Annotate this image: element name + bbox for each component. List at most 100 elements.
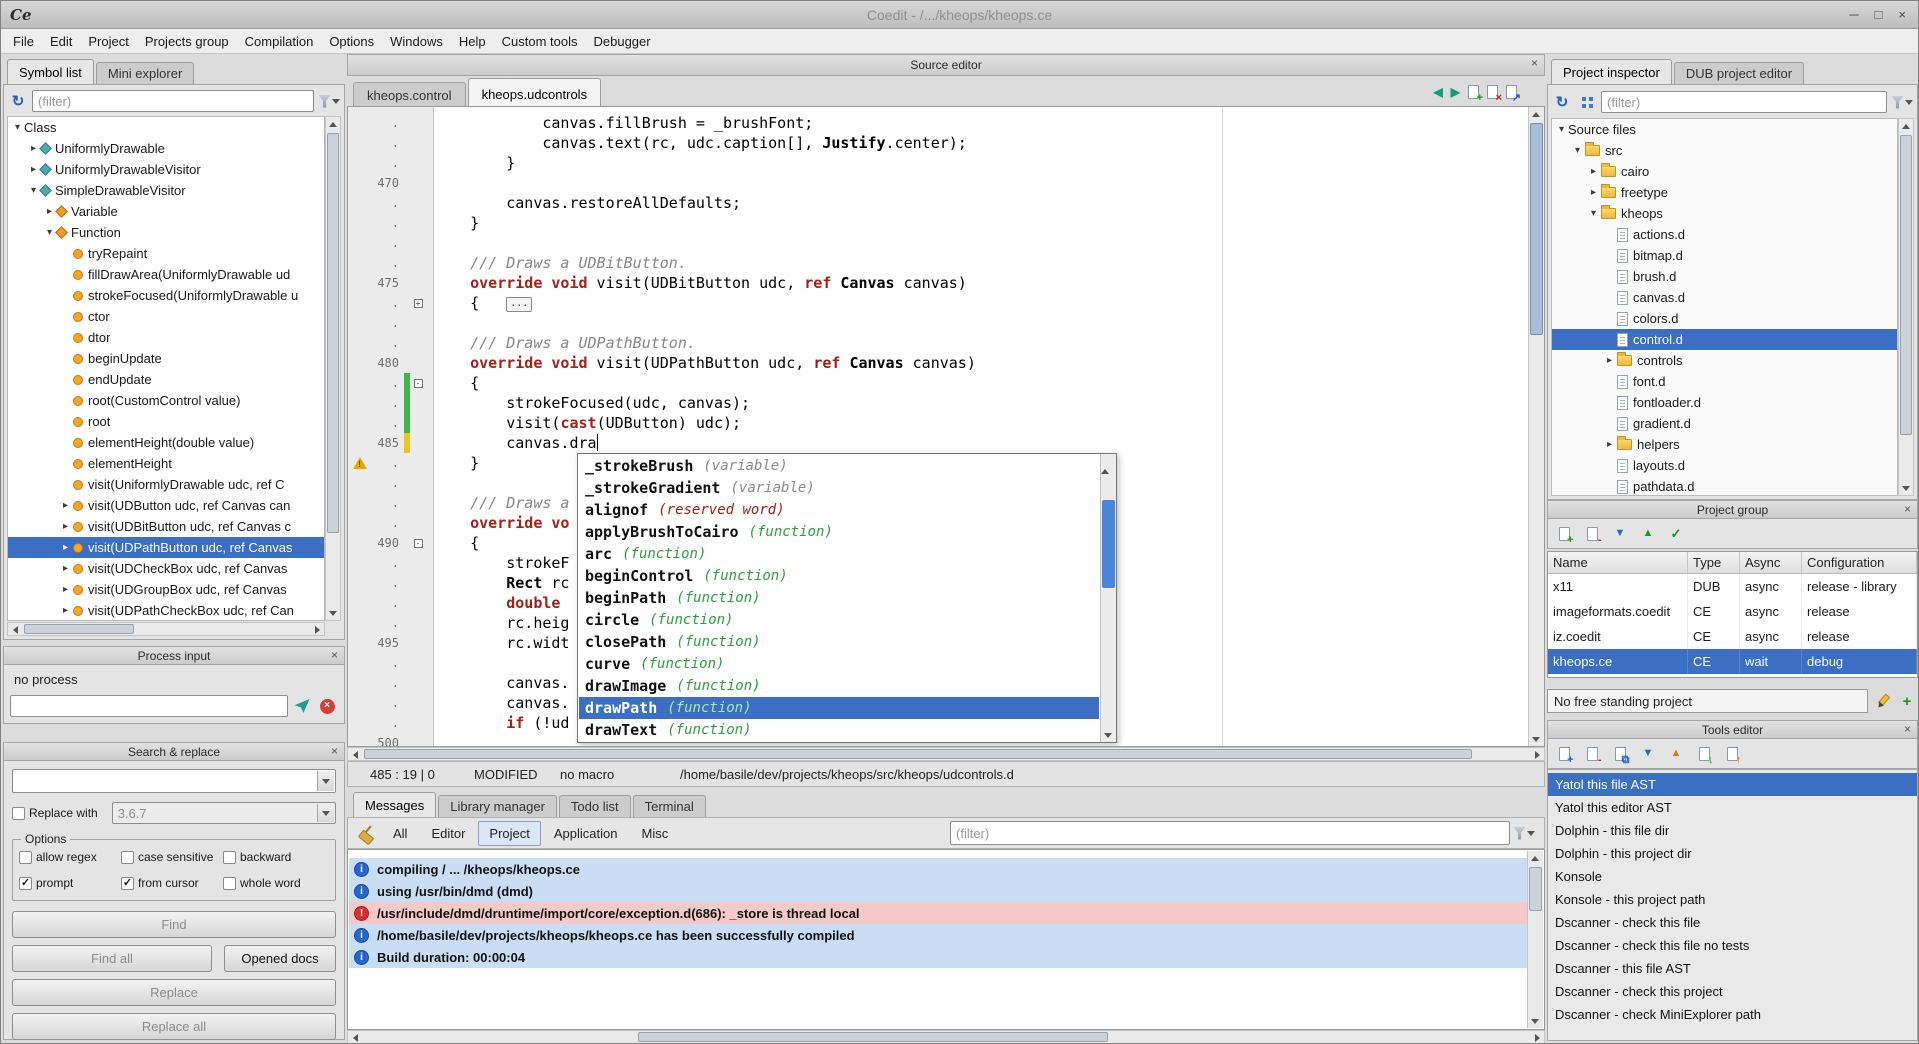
checkbox-backward[interactable]: backward xyxy=(223,850,325,864)
source-item-source-files[interactable]: ▾Source files xyxy=(1552,119,1897,140)
inspector-vscrollbar[interactable] xyxy=(1898,118,1914,496)
completion-scrollbar[interactable] xyxy=(1100,454,1116,742)
symbol-item-ctor[interactable]: ctor xyxy=(8,306,324,327)
completion-item-curve[interactable]: curve(function) xyxy=(579,653,1099,675)
column-header-async[interactable]: Async xyxy=(1740,552,1802,573)
symbol-item-dtor[interactable]: dtor xyxy=(8,327,324,348)
code-line[interactable]: . /// Draws a UDPathButton. xyxy=(348,333,1528,353)
source-item-gradient-d[interactable]: gradient.d xyxy=(1552,413,1897,434)
filter-button-editor[interactable]: Editor xyxy=(420,821,476,846)
tool-item-dscanner-check-miniexplorer-path[interactable]: Dscanner - check MiniExplorer path xyxy=(1548,1003,1917,1026)
source-item-colors-d[interactable]: colors.d xyxy=(1552,308,1897,329)
messages-filter-menu-button[interactable] xyxy=(1512,822,1536,844)
tab-terminal[interactable]: Terminal xyxy=(633,795,706,817)
code-line[interactable]: . xyxy=(348,313,1528,333)
checkbox-whole-word[interactable]: whole word xyxy=(223,876,325,890)
titlebar[interactable]: Ce Coedit - /.../kheops/kheops.ce ─ □ × xyxy=(1,1,1918,29)
scroll-down-icon[interactable] xyxy=(1899,481,1913,495)
code-line[interactable]: . visit(cast(UDButton) udc); xyxy=(348,413,1528,433)
replace-history-dropdown-button[interactable] xyxy=(317,804,334,822)
move-project-down-button[interactable]: ▼ xyxy=(1609,523,1631,545)
search-term-combo[interactable] xyxy=(12,769,336,793)
code-line[interactable]: . canvas.fillBrush = _brushFont; xyxy=(348,113,1528,133)
symbol-item-endupdate[interactable]: endUpdate xyxy=(8,369,324,390)
symbol-item-elementheight-double-value[interactable]: elementHeight(double value) xyxy=(8,432,324,453)
filter-button-application[interactable]: Application xyxy=(543,821,629,846)
message-row[interactable]: i/home/basile/dev/projects/kheops/kheops… xyxy=(349,924,1527,946)
import-tools-button[interactable]: ↓ xyxy=(1693,743,1715,765)
tab-dub-project-editor[interactable]: DUB project editor xyxy=(1674,62,1804,84)
tool-item-dscanner-check-this-file-no-tests[interactable]: Dscanner - check this file no tests xyxy=(1548,934,1917,957)
tool-item-dolphin-this-file-dir[interactable]: Dolphin - this file dir xyxy=(1548,819,1917,842)
add-project-button[interactable]: + xyxy=(1553,523,1575,545)
scroll-up-icon[interactable] xyxy=(1528,851,1542,865)
scroll-up-icon[interactable] xyxy=(1529,107,1543,121)
kill-process-button[interactable]: × xyxy=(316,695,338,717)
code-line[interactable]: . } xyxy=(348,153,1528,173)
code-line[interactable]: 470 xyxy=(348,173,1528,193)
close-button[interactable]: × xyxy=(1898,7,1906,22)
source-item-helpers[interactable]: ▸helpers xyxy=(1552,434,1897,455)
editor-hscrollbar[interactable] xyxy=(347,747,1545,761)
expander-icon[interactable]: ▸ xyxy=(59,521,72,532)
completion-item-alignof[interactable]: alignof(reserved word) xyxy=(579,499,1099,521)
completion-item-strokegradient[interactable]: _strokeGradient(variable) xyxy=(579,477,1099,499)
scrollbar-thumb[interactable] xyxy=(1900,135,1912,435)
expander-icon[interactable]: ▸ xyxy=(1603,355,1616,366)
scroll-up-icon[interactable] xyxy=(326,117,340,131)
expander-icon[interactable]: ▾ xyxy=(11,122,24,133)
symbol-item-class[interactable]: ▾Class xyxy=(8,117,324,138)
clone-tool-button[interactable]: ⧉ xyxy=(1609,743,1631,765)
inspector-filter-menu-button[interactable] xyxy=(1890,91,1914,113)
scrollbar-thumb[interactable] xyxy=(1529,867,1542,911)
completion-item-strokebrush[interactable]: _strokeBrush(variable) xyxy=(579,455,1099,477)
tool-item-yatol-this-file-ast[interactable]: Yatol this file AST xyxy=(1548,773,1917,796)
expander-icon[interactable]: ▸ xyxy=(1603,439,1616,450)
symbol-item-visit-udgroupbox-udc-ref-canvas[interactable]: ▸visit(UDGroupBox udc, ref Canvas xyxy=(8,579,324,600)
menu-item-project[interactable]: Project xyxy=(80,30,136,53)
code-line[interactable]: . canvas.text(rc, udc.caption[], Justify… xyxy=(348,133,1528,153)
process-input-field[interactable] xyxy=(10,695,288,717)
symbol-filter-menu-button[interactable] xyxy=(317,90,341,112)
symbol-item-visit-udbutton-udc-ref-canvas-can[interactable]: ▸visit(UDButton udc, ref Canvas can xyxy=(8,495,324,516)
symbol-item-visit-udpathbutton-udc-ref-canvas[interactable]: ▸visit(UDPathButton udc, ref Canvas xyxy=(8,537,324,558)
close-document-button[interactable]: × xyxy=(1487,85,1498,99)
scrollbar-thumb[interactable] xyxy=(364,749,1472,759)
move-project-up-button[interactable]: ▲ xyxy=(1637,523,1659,545)
code-line[interactable]: 485 canvas.dra xyxy=(348,433,1528,453)
symbol-item-beginupdate[interactable]: beginUpdate xyxy=(8,348,324,369)
scroll-down-icon[interactable] xyxy=(1101,728,1115,742)
symbol-item-root-customcontrol-value[interactable]: root(CustomControl value) xyxy=(8,390,324,411)
new-document-button[interactable]: + xyxy=(1468,85,1479,99)
symbol-item-strokefocused-uniformlydrawable-u[interactable]: strokeFocused(UniformlyDrawable u xyxy=(8,285,324,306)
source-item-cairo[interactable]: ▸cairo xyxy=(1552,161,1897,182)
close-icon[interactable]: × xyxy=(1904,723,1911,735)
menu-item-windows[interactable]: Windows xyxy=(382,30,451,53)
symbol-item-visit-udcheckbox-udc-ref-canvas[interactable]: ▸visit(UDCheckBox udc, ref Canvas xyxy=(8,558,324,579)
checkbox-allow-regex[interactable]: allow regex xyxy=(19,850,121,864)
tool-item-dscanner-check-this-project[interactable]: Dscanner - check this project xyxy=(1548,980,1917,1003)
symbol-filter-input[interactable] xyxy=(32,90,314,112)
fold-toggle-icon[interactable]: - xyxy=(414,379,423,388)
source-item-controls[interactable]: ▸controls xyxy=(1552,350,1897,371)
scroll-down-icon[interactable] xyxy=(1529,732,1543,746)
code-line[interactable]: . canvas.restoreAllDefaults; xyxy=(348,193,1528,213)
tool-item-yatol-this-editor-ast[interactable]: Yatol this editor AST xyxy=(1548,796,1917,819)
expander-icon[interactable]: ▸ xyxy=(1587,187,1600,198)
close-icon[interactable]: × xyxy=(1531,57,1538,69)
expander-icon[interactable]: ▸ xyxy=(59,542,72,553)
symbol-item-elementheight[interactable]: elementHeight xyxy=(8,453,324,474)
tab-mini-explorer[interactable]: Mini explorer xyxy=(96,62,194,84)
expander-icon[interactable]: ▸ xyxy=(27,164,40,175)
code-line[interactable]: . } xyxy=(348,213,1528,233)
scroll-down-icon[interactable] xyxy=(1528,1014,1542,1028)
checkbox-from-cursor[interactable]: ✓from cursor xyxy=(121,876,223,890)
close-icon[interactable]: × xyxy=(1904,503,1911,515)
project-row-kheops-ce[interactable]: kheops.ceCEwaitdebug xyxy=(1548,649,1917,674)
send-input-button[interactable] xyxy=(291,695,313,717)
remove-tool-button[interactable]: - xyxy=(1581,743,1603,765)
code-line[interactable]: .- { xyxy=(348,373,1528,393)
scroll-up-icon[interactable] xyxy=(1899,119,1913,133)
add-free-standing-button[interactable]: + xyxy=(1896,690,1918,712)
symbol-item-tryrepaint[interactable]: tryRepaint xyxy=(8,243,324,264)
